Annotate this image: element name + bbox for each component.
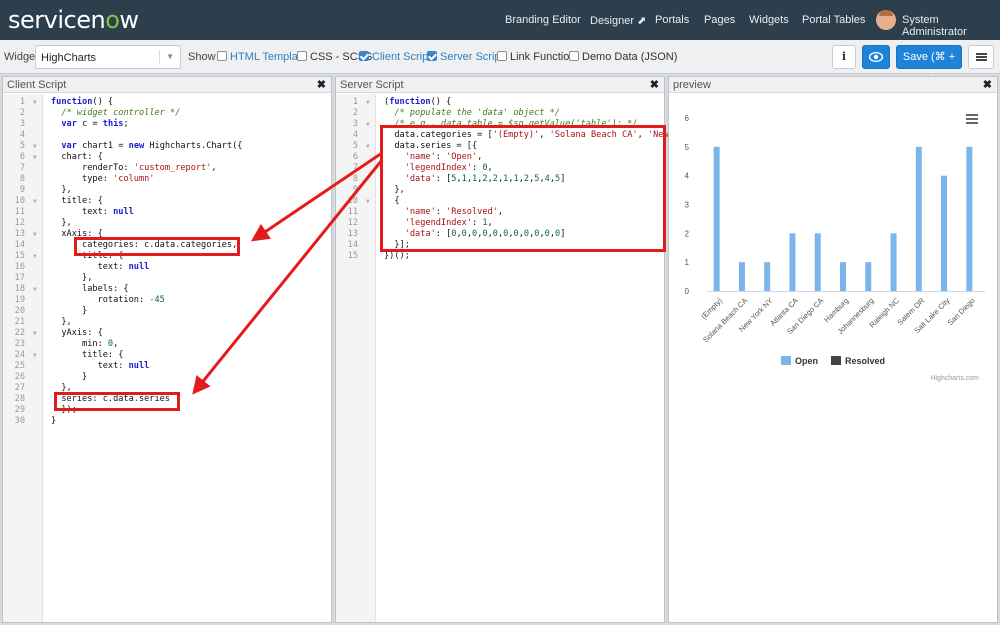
annotation-arrows xyxy=(192,151,384,395)
arrow-to-categories xyxy=(251,151,383,242)
arrow-to-series xyxy=(192,159,384,395)
